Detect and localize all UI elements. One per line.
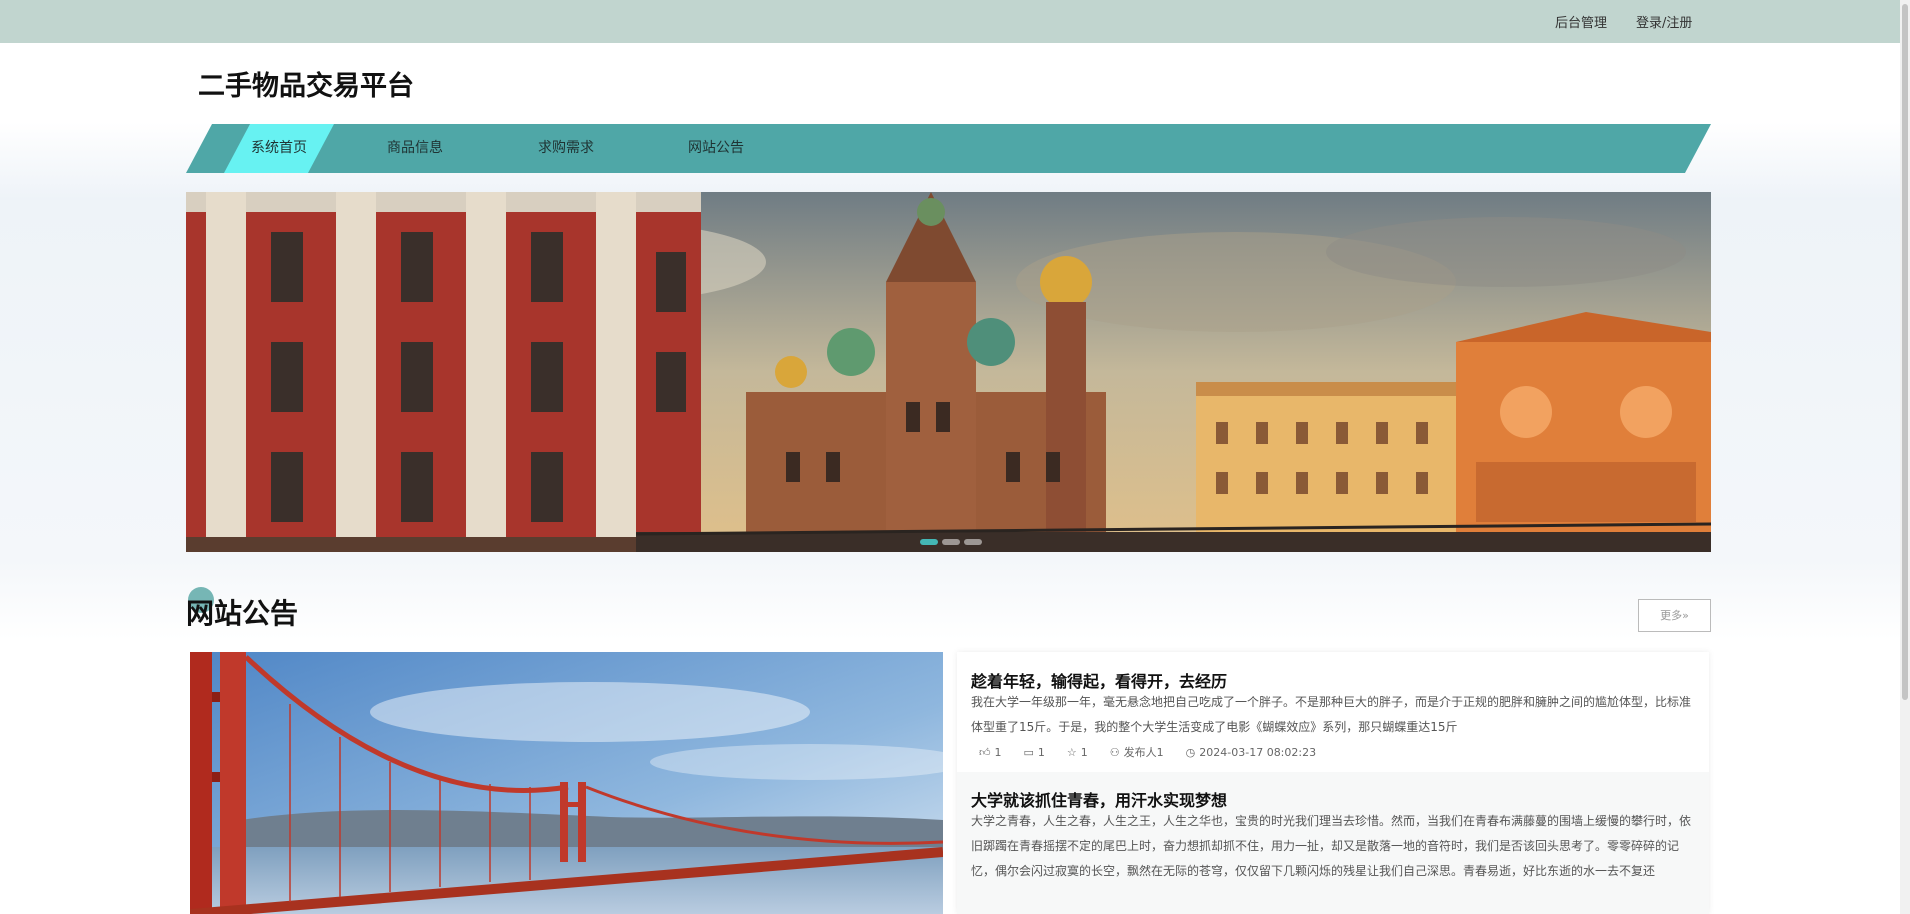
admin-link[interactable]: 后台管理	[1555, 12, 1607, 31]
carousel-dot-3[interactable]	[964, 539, 982, 545]
user-icon: ⚇	[1109, 745, 1120, 759]
nav-item-purchase-requests[interactable]: 求购需求	[511, 124, 621, 173]
notice-title-1[interactable]: 趁着年轻，输得起，看得开，去经历	[971, 668, 1227, 692]
banner-image	[186, 192, 1711, 552]
site-title: 二手物品交易平台	[198, 71, 414, 102]
thumbs-up-icon: 👍︎	[979, 745, 991, 759]
author: ⚇ 发布人1	[1110, 744, 1164, 760]
nav-item-products[interactable]: 商品信息	[360, 124, 470, 173]
like-count-value: 1	[994, 745, 1002, 759]
author-value: 发布人1	[1123, 746, 1164, 759]
star-count: ☆ 1	[1067, 744, 1088, 760]
notice-feature-image[interactable]	[190, 652, 943, 914]
notice-title-2[interactable]: 大学就该抓住青春，用汗水实现梦想	[971, 787, 1227, 811]
bridge-image	[190, 652, 943, 914]
notice-list: 趁着年轻，输得起，看得开，去经历 我在大学一年级那一年，毫无悬念地把自己吃成了一…	[957, 652, 1709, 914]
comment-icon: ▭	[1023, 745, 1034, 759]
nav-item-notices[interactable]: 网站公告	[661, 124, 771, 173]
notice-excerpt-2: 大学之青春，人生之春，人生之王，人生之华也，宝贵的时光我们理当去珍惜。然而，当我…	[971, 814, 1692, 878]
login-register-link[interactable]: 登录/注册	[1636, 12, 1692, 31]
scrollbar-thumb[interactable]	[1902, 4, 1908, 700]
clock-icon: ◷	[1185, 745, 1196, 759]
carousel-dot-1[interactable]	[920, 539, 938, 545]
section-title-notices: 网站公告	[186, 597, 299, 630]
carousel-dot-2[interactable]	[942, 539, 960, 545]
main-nav: 系统首页 商品信息 求购需求 网站公告	[186, 124, 1711, 173]
star-count-value: 1	[1080, 745, 1088, 759]
publish-time: ◷ 2024-03-17 08:02:23	[1186, 744, 1316, 760]
comment-count: ▭ 1	[1024, 744, 1045, 760]
comment-count-value: 1	[1037, 745, 1045, 759]
star-icon: ☆	[1066, 745, 1077, 759]
like-count: 👍︎ 1	[979, 744, 1002, 760]
more-button[interactable]: 更多»	[1638, 599, 1711, 632]
banner-carousel[interactable]	[186, 192, 1711, 552]
page-scrollbar[interactable]	[1900, 0, 1910, 914]
notice-excerpt-1: 我在大学一年级那一年，毫无悬念地把自己吃成了一个胖子。不是那种巨大的胖子，而是介…	[971, 695, 1692, 734]
top-bar: 后台管理 登录/注册	[0, 0, 1910, 43]
notice-meta-1: 👍︎ 1 ▭ 1 ☆ 1 ⚇ 发布人1 ◷ 2024-03-17 08:02:23	[979, 744, 1316, 760]
publish-time-value: 2024-03-17 08:02:23	[1199, 745, 1317, 759]
